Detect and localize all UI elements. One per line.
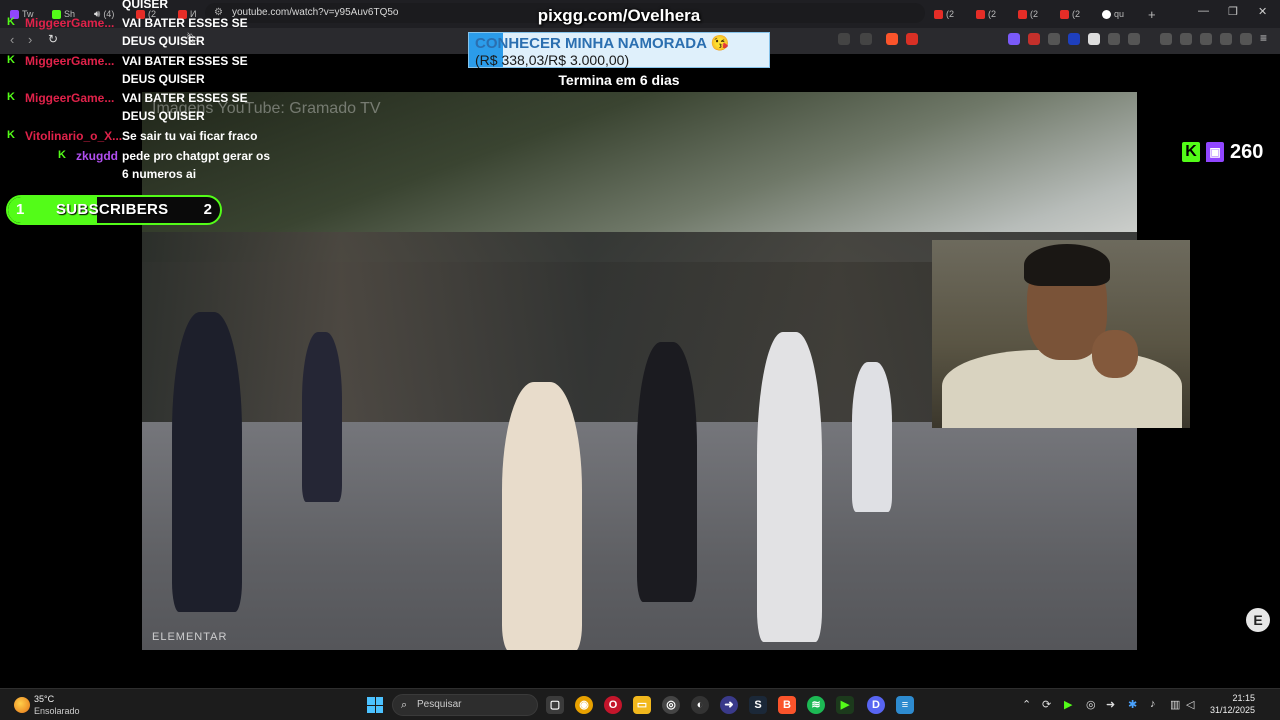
chat-username: Vitolinario_o_X... [25,129,123,143]
notepad-icon[interactable]: ≡ [896,696,914,714]
viewer-counter: K ▣ 260 [1182,140,1263,164]
screenshot-icon[interactable] [1128,33,1140,45]
donation-goal-title: CONHECER MINHA NAMORADA 😘 [475,35,730,52]
subscriber-goal-bar: 1 SUBSCRIBERS 2 [6,195,222,225]
task-view-icon[interactable]: ▢ [546,696,564,714]
kick-app-icon[interactable]: ▶ [836,696,854,714]
webcam-shirt [942,350,1182,428]
volume-icon[interactable]: ◁ [1186,698,1194,711]
kick-badge-icon: K [7,129,15,141]
donation-goal-amount: (R$ 338,03/R$ 3.000,00) [475,52,630,68]
menu-icon[interactable]: ≡ [1260,31,1267,45]
kick-badge-icon: K [7,91,15,103]
start-button[interactable] [367,697,383,713]
media-icon[interactable] [1160,33,1172,45]
subscriber-label: SUBSCRIBERS [56,201,169,218]
app-2-icon[interactable]: ◐ [691,696,709,714]
sidebar-icon[interactable] [1180,33,1192,45]
vpn-icon[interactable] [1240,33,1252,45]
steam-icon[interactable]: S [749,696,767,714]
share-icon[interactable] [860,33,872,45]
twitch-logo-icon: ▣ [1206,142,1224,162]
chat-message: VAI BATER ESSES SE DEUS QUISER [122,91,248,123]
chat-username: MiggeerGame... [25,54,115,68]
tray-sync-icon[interactable]: ⟳ [1042,698,1051,711]
chat-username: MiggeerGame... [25,16,115,30]
tray-overflow-icon[interactable]: ⌃ [1022,698,1031,711]
clock-date[interactable]: 31/12/2025 [1205,705,1255,715]
file-explorer-icon[interactable]: ▭ [633,696,651,714]
webcam-hair [1024,244,1110,286]
chat-username: zkugdd [76,149,118,163]
chat-message: Se sair tu vai ficar fraco [122,129,258,143]
taskbar-search[interactable]: ⌕ Pesquisar [392,694,538,716]
search-icon: ⌕ [401,699,408,711]
back-icon[interactable]: ‹ [10,32,14,47]
tray-arrow-icon[interactable]: ➜ [1106,698,1115,711]
bluetooth-icon[interactable]: ✱ [1128,698,1137,711]
wallet-icon[interactable] [1200,33,1212,45]
brave-rewards-icon[interactable] [906,33,918,45]
donation-goal-deadline: Termina em 6 dias [558,72,680,88]
weather-icon[interactable] [14,697,30,713]
opera-icon[interactable]: O [604,696,622,714]
video-person [502,382,582,650]
extension-3-icon[interactable] [1048,33,1060,45]
chat-message: pede pro chatgpt gerar os 6 numeros ai [122,149,271,181]
chat-message: VAI BATER ESSES SE DEUS QUISER [122,16,248,48]
chat-username: MiggeerGame... [25,91,115,105]
donation-goal-box: CONHECER MINHA NAMORADA 😘 (R$ 338,03/R$ … [468,32,770,68]
cast-icon[interactable] [838,33,850,45]
forward-icon[interactable]: › [28,32,32,47]
kick-badge-icon: K [7,16,15,28]
windows-taskbar: 35°C Ensolarado ⌕ Pesquisar ▢ ◉ O ▭ ◎ ◐ … [0,688,1280,720]
brave-shields-icon[interactable] [886,33,898,45]
extension-5-icon[interactable] [1088,33,1100,45]
reload-icon[interactable]: ↻ [48,32,58,46]
brave-icon[interactable]: B [778,696,796,714]
app-3-icon[interactable]: ➜ [720,696,738,714]
chat-message: VAI BATER ESSES SE DEUS QUISER [122,54,248,86]
floating-e-button-icon[interactable]: E [1246,608,1270,632]
video-person [637,342,697,602]
viewer-count: 260 [1230,140,1264,163]
subscriber-current: 1 [16,201,25,218]
leo-ai-icon[interactable] [1220,33,1232,45]
microphone-icon[interactable]: ♪ [1150,698,1156,710]
subscriber-target: 2 [203,201,212,218]
streamer-webcam [932,240,1190,428]
network-icon[interactable]: ▥ [1170,698,1180,711]
weather-temperature[interactable]: 35°C [34,694,54,704]
tray-kick-icon[interactable]: ▶ [1064,698,1072,711]
kick-logo-icon: K [1182,142,1200,162]
close-window-button[interactable]: ✕ [1258,5,1267,18]
extension-4-icon[interactable] [1068,33,1080,45]
kick-badge-icon: K [7,54,15,66]
video-person [302,332,342,502]
video-person [852,362,892,512]
app-icon[interactable]: ◎ [662,696,680,714]
video-person [757,332,822,642]
video-channel-logo: ELEMENTAR [152,631,228,643]
video-person [172,312,242,612]
spotify-icon[interactable]: ≋ [807,696,825,714]
extension-1-icon[interactable] [1008,33,1020,45]
tray-app-icon[interactable]: ◎ [1086,698,1096,711]
extensions-puzzle-icon[interactable] [1108,33,1120,45]
clock-time[interactable]: 21:15 [1225,693,1255,703]
chrome-icon[interactable]: ◉ [575,696,593,714]
webcam-hand [1092,330,1138,378]
kick-badge-icon: K [58,149,66,161]
extension-2-icon[interactable] [1028,33,1040,45]
search-placeholder: Pesquisar [417,699,462,710]
discord-icon[interactable]: D [867,696,885,714]
weather-description[interactable]: Ensolarado [34,706,80,716]
chat-message: QUISER [122,0,169,11]
